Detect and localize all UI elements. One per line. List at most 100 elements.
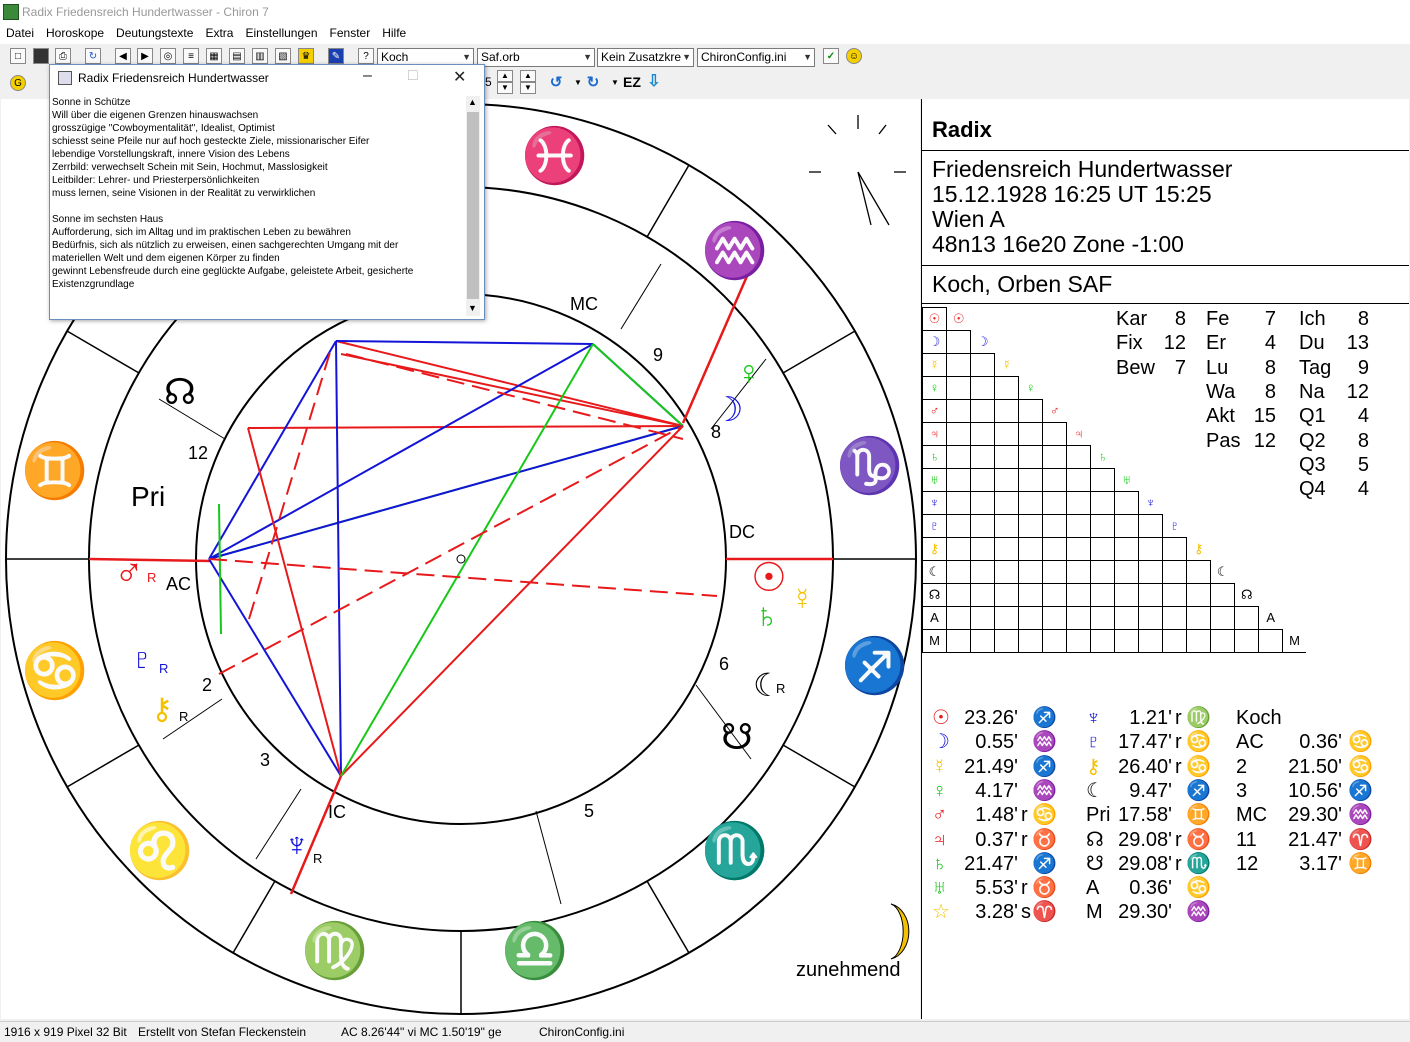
grid-cell [970, 468, 995, 492]
position-sign: ♋ [1186, 731, 1211, 754]
house-label: 11 [1236, 828, 1257, 851]
pisces-sign: ♓ [521, 125, 588, 186]
extra-option-select[interactable]: Kein Zusatzkre ▼ [597, 48, 694, 67]
person-name: Friedensreich Hundertwasser [932, 156, 1233, 182]
stepper-up-icon[interactable]: ▲ [497, 70, 513, 82]
orb-file-select[interactable]: Saf.orb ▼ [477, 48, 595, 67]
position-sign: ♋ [1186, 755, 1211, 778]
house-number-9: 9 [653, 345, 663, 365]
grid-cell [1042, 491, 1067, 515]
cancer-sign: ♋ [21, 640, 88, 701]
grid-cell [994, 468, 1019, 492]
menu-fenster[interactable]: Fenster [324, 24, 377, 44]
grid-cell [1042, 468, 1067, 492]
stepper2-down-icon[interactable]: ▼ [520, 82, 536, 94]
panel-heading: Radix [932, 117, 992, 142]
menu-extra[interactable]: Extra [199, 24, 239, 44]
stepper2-up-icon[interactable]: ▲ [520, 70, 536, 82]
grid-cell [1066, 629, 1091, 653]
menu-hilfe[interactable]: Hilfe [376, 24, 412, 44]
stat-label: Tag [1299, 356, 1332, 379]
grid-diagonal-glyph: A [1258, 606, 1283, 630]
position-sign: ♈ [1032, 901, 1057, 924]
grid-icon[interactable]: ▤ [229, 48, 245, 64]
grid-cell [1114, 583, 1139, 607]
grid-cell [994, 422, 1019, 446]
grid-cell [1162, 560, 1187, 584]
app-icon [3, 4, 19, 20]
g-tool-icon[interactable]: G [10, 75, 26, 91]
back-icon[interactable]: ◀ [115, 48, 131, 64]
grid-cell [1186, 629, 1211, 653]
stepper-down-icon[interactable]: ▼ [497, 82, 513, 94]
menu-horoskope[interactable]: Horoskope [40, 24, 110, 44]
grid-cell [1234, 629, 1259, 653]
position-value: 4.17' [975, 779, 1018, 802]
close-icon[interactable]: ✕ [453, 67, 466, 87]
checkmark-icon[interactable]: ✓ [823, 48, 839, 64]
grid-cell [1186, 583, 1211, 607]
crown-icon[interactable]: ♛ [298, 48, 314, 64]
grid-cell [946, 422, 971, 446]
ez-button[interactable]: EZ [621, 74, 643, 90]
scroll-down-icon[interactable]: ▼ [468, 303, 477, 313]
rotate-left-icon[interactable]: ↺ [548, 75, 564, 91]
grid-cell [1162, 606, 1187, 630]
edit-icon[interactable]: ✎ [328, 48, 344, 64]
refresh-icon[interactable]: ↻ [85, 48, 101, 64]
grid-cell [1018, 606, 1043, 630]
table-icon[interactable]: ▦ [206, 48, 222, 64]
grid-row-glyph: ♄ [922, 445, 947, 469]
scroll-up-icon[interactable]: ▲ [468, 97, 477, 107]
info-panel: Radix Friedensreich Hundertwasser 15.12.… [921, 99, 1409, 1019]
stat-label: Fix [1116, 332, 1143, 355]
menu-deutungstexte[interactable]: Deutungstexte [110, 24, 199, 44]
save-icon[interactable] [33, 48, 49, 64]
grid-row-glyph: ☊ [922, 583, 947, 607]
menu-datei[interactable]: Datei [0, 24, 40, 44]
text-icon[interactable]: ▥ [252, 48, 268, 64]
maximize-icon[interactable]: □ [408, 67, 418, 85]
arrow-down-icon[interactable]: ⇩ [646, 74, 662, 90]
smiley-icon[interactable]: ☺ [846, 48, 862, 64]
grid-cell [946, 629, 971, 653]
grid-cell [1066, 514, 1091, 538]
config-file-select[interactable]: ChironConfig.ini ▼ [697, 48, 815, 67]
aquarius-sign: ♒ [701, 220, 768, 281]
house-value: 3.17' [1299, 852, 1342, 875]
grid-row-glyph: ♃ [922, 422, 947, 446]
element-stats: Kar 8 Fe 7 Ich 8 Fix 12 Er 4 Du 13 Bew 7 Lu 8 Tag 9 Wa 8 Na 1… [1116, 307, 1406, 502]
new-file-icon[interactable]: □ [10, 48, 26, 64]
menu-einstellungen[interactable]: Einstellungen [239, 24, 323, 44]
chart-icon[interactable]: ◎ [160, 48, 176, 64]
list-icon[interactable]: ≡ [183, 48, 199, 64]
grid-cell [946, 353, 971, 377]
grid-cell [994, 491, 1019, 515]
position-value: 26.40' [1118, 755, 1172, 778]
pluto-retro-mark: R [159, 661, 168, 676]
rotate-right-icon[interactable]: ↻ [585, 75, 601, 91]
chart-center [456, 554, 466, 564]
interpretation-titlebar[interactable]: Radix Friedensreich Hundertwasser – □ ✕ [50, 65, 484, 91]
print-icon[interactable]: ⎙ [55, 48, 71, 64]
view-icon[interactable]: ▧ [275, 48, 291, 64]
position-sign: ♉ [1032, 877, 1057, 900]
grid-diagonal-glyph: ☊ [1234, 583, 1259, 607]
scrollbar-thumb[interactable] [467, 112, 479, 299]
grid-cell [1234, 606, 1259, 630]
minimize-icon[interactable]: – [363, 67, 372, 85]
libra-sign: ♎ [501, 920, 568, 981]
interpretation-text[interactable]: Sonne in Schütze Will über die eigenen G… [52, 96, 462, 316]
forward-icon[interactable]: ▶ [137, 48, 153, 64]
grid-cell [970, 560, 995, 584]
chevron-down-icon[interactable]: ▼ [570, 75, 586, 91]
grid-cell [1066, 445, 1091, 469]
stat-label: Akt [1206, 405, 1235, 428]
stat-label: Er [1206, 332, 1226, 355]
help-icon[interactable]: ? [358, 48, 374, 64]
position-value: 17.58' [1118, 804, 1172, 827]
stat-label: Pas [1206, 429, 1241, 452]
chiron-retro-mark: R [179, 709, 188, 724]
grid-cell [1042, 445, 1067, 469]
grid-cell [946, 330, 971, 354]
